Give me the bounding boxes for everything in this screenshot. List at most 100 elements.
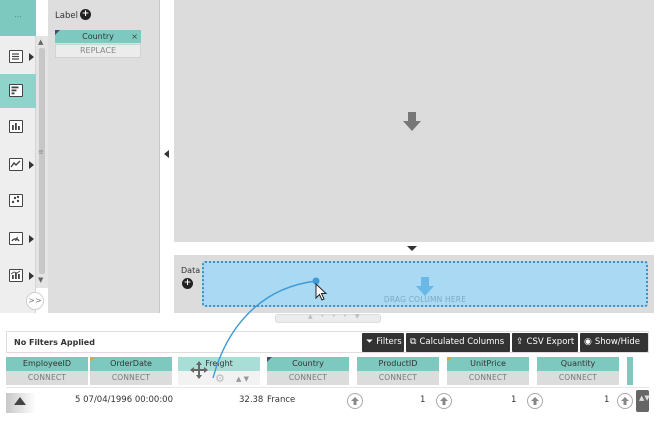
connect-button[interactable]: CONNECT bbox=[267, 371, 349, 385]
connect-button[interactable]: CONNECT bbox=[447, 371, 529, 385]
cell-employee-orderdate: 5 07/04/1996 00:00:00 bbox=[75, 395, 173, 405]
gauge-chart-icon bbox=[9, 232, 23, 245]
calculated-columns-button[interactable]: ⧉ Calculated Columns bbox=[406, 333, 510, 352]
column-name: ProductID bbox=[357, 357, 439, 371]
column-header-productid[interactable]: ProductID CONNECT bbox=[357, 357, 439, 386]
column-chart-icon bbox=[9, 120, 23, 133]
expand-toolbar-button[interactable]: >> bbox=[26, 292, 44, 310]
grid-toolbar: No Filters Applied ⏷ Filters ⧉ Calculated … bbox=[6, 331, 649, 353]
chart-plot-area bbox=[174, 0, 654, 242]
connect-button[interactable]: CONNECT bbox=[357, 371, 439, 385]
export-icon: ⇪ bbox=[516, 337, 524, 347]
table-chart-button[interactable] bbox=[0, 40, 36, 74]
cell-quantity: 1 bbox=[604, 395, 610, 405]
copy-icon: ⧉ bbox=[410, 337, 417, 347]
cell-country: France bbox=[267, 395, 296, 405]
connect-button[interactable]: CONNECT bbox=[90, 371, 172, 385]
row-expand-icon[interactable] bbox=[14, 397, 26, 405]
text-type-marker bbox=[267, 357, 272, 362]
scroll-up-button[interactable] bbox=[617, 393, 633, 409]
grip-icon: ▲ • • • ▼ bbox=[308, 313, 363, 320]
scroll-up-icon[interactable]: ▲ bbox=[38, 38, 43, 46]
chevron-down-icon bbox=[407, 246, 417, 251]
eye-icon: ◉ bbox=[584, 337, 592, 347]
show-hide-button[interactable]: ◉ Show/Hide bbox=[580, 333, 648, 352]
column-header-overflow bbox=[627, 357, 633, 385]
scroll-up-button[interactable] bbox=[436, 393, 452, 409]
arrow-up-icon bbox=[621, 397, 629, 405]
scroll-arrows-icon: ▲▼ bbox=[639, 394, 650, 402]
date-type-marker bbox=[90, 357, 95, 362]
chip-type-marker bbox=[55, 30, 60, 35]
expand-arrow-icon[interactable] bbox=[29, 53, 34, 61]
drop-arrow-icon bbox=[416, 277, 434, 296]
column-header-orderdate[interactable]: OrderDate CONNECT bbox=[90, 357, 172, 386]
horizontal-bar-chart-button[interactable] bbox=[0, 74, 36, 108]
filter-status: No Filters Applied bbox=[14, 338, 95, 347]
panel-splitter[interactable]: ▲ • • • ▼ bbox=[275, 313, 381, 323]
drop-zone-text: DRAG COLUMN HERE bbox=[383, 295, 467, 304]
label-panel: Label + Country × REPLACE bbox=[48, 0, 160, 313]
horizontal-bar-chart-icon bbox=[9, 84, 23, 97]
label-title: Label bbox=[55, 11, 78, 21]
label-chip-country[interactable]: Country × bbox=[55, 30, 141, 43]
gauge-chart-button[interactable] bbox=[0, 222, 36, 256]
more-dots-icon: ... bbox=[14, 10, 22, 19]
number-type-marker bbox=[447, 357, 452, 362]
grid-scrollbar[interactable]: ▲▼ bbox=[636, 390, 650, 412]
column-header-unitprice[interactable]: UnitPrice CONNECT bbox=[447, 357, 529, 386]
line-chart-button[interactable] bbox=[0, 148, 36, 182]
column-name: Quantity bbox=[537, 357, 619, 371]
scroll-up-button[interactable] bbox=[527, 393, 543, 409]
expand-arrow-icon[interactable] bbox=[29, 161, 34, 169]
column-drop-zone[interactable]: DRAG COLUMN HERE bbox=[202, 261, 648, 307]
chart-type-toolbar: ... bbox=[0, 0, 36, 313]
scatter-chart-button[interactable] bbox=[0, 184, 36, 218]
expand-arrow-icon[interactable] bbox=[29, 272, 34, 280]
column-name: EmployeeID bbox=[6, 357, 88, 371]
collapse-panel-button[interactable] bbox=[160, 138, 174, 172]
line-chart-icon bbox=[9, 158, 23, 171]
column-header-quantity[interactable]: Quantity CONNECT bbox=[537, 357, 619, 386]
add-label-icon[interactable]: + bbox=[80, 9, 91, 20]
connect-button[interactable]: CONNECT bbox=[537, 371, 619, 385]
arrow-up-icon bbox=[531, 397, 539, 405]
data-panel: Data + DRAG COLUMN HERE bbox=[174, 255, 654, 313]
toolbar-scrollbar[interactable]: ▲ ≡ ▼ bbox=[36, 36, 48, 288]
filters-label: Filters bbox=[376, 337, 402, 347]
column-chart-button[interactable] bbox=[0, 110, 36, 144]
column-header-country[interactable]: Country CONNECT bbox=[267, 357, 349, 386]
add-data-icon[interactable]: + bbox=[182, 278, 193, 289]
column-header-employeeid[interactable]: EmployeeID CONNECT bbox=[6, 357, 88, 386]
column-name: UnitPrice bbox=[447, 357, 529, 371]
move-icon[interactable] bbox=[189, 360, 209, 380]
scrollbar-thumb[interactable] bbox=[39, 48, 45, 274]
expand-arrow-icon[interactable] bbox=[29, 235, 34, 243]
column-name: Country bbox=[267, 357, 349, 371]
table-icon bbox=[9, 50, 23, 63]
data-title: Data bbox=[181, 266, 201, 275]
scroll-down-icon[interactable]: ▼ bbox=[38, 276, 43, 284]
collapse-chart-button[interactable] bbox=[395, 242, 429, 255]
csv-export-label: CSV Export bbox=[526, 337, 575, 347]
combo-chart-icon bbox=[9, 269, 23, 282]
filters-button[interactable]: ⏷ Filters bbox=[362, 333, 404, 352]
label-chip-text: Country bbox=[82, 32, 114, 41]
connect-button[interactable]: CONNECT bbox=[6, 371, 88, 385]
replace-button[interactable]: REPLACE bbox=[55, 44, 141, 58]
arrow-up-icon bbox=[440, 397, 448, 405]
cell-freight: 32.38 bbox=[239, 395, 264, 405]
toolbar-header[interactable]: ... bbox=[0, 0, 36, 36]
chevron-left-icon bbox=[164, 150, 169, 158]
cursor-icon bbox=[315, 283, 328, 301]
remove-chip-icon[interactable]: × bbox=[131, 30, 138, 43]
combo-chart-button[interactable] bbox=[0, 259, 36, 293]
cell-productid: 1 bbox=[420, 395, 426, 405]
funnel-icon: ⏷ bbox=[366, 337, 374, 347]
csv-export-button[interactable]: ⇪ CSV Export bbox=[512, 333, 578, 352]
show-hide-label: Show/Hide bbox=[594, 337, 641, 347]
scroll-up-button[interactable] bbox=[347, 393, 363, 409]
gear-icon[interactable]: ⚙ bbox=[215, 372, 225, 385]
arrow-up-icon bbox=[351, 397, 359, 405]
sort-icon[interactable]: ▲ ▼ bbox=[236, 375, 249, 383]
